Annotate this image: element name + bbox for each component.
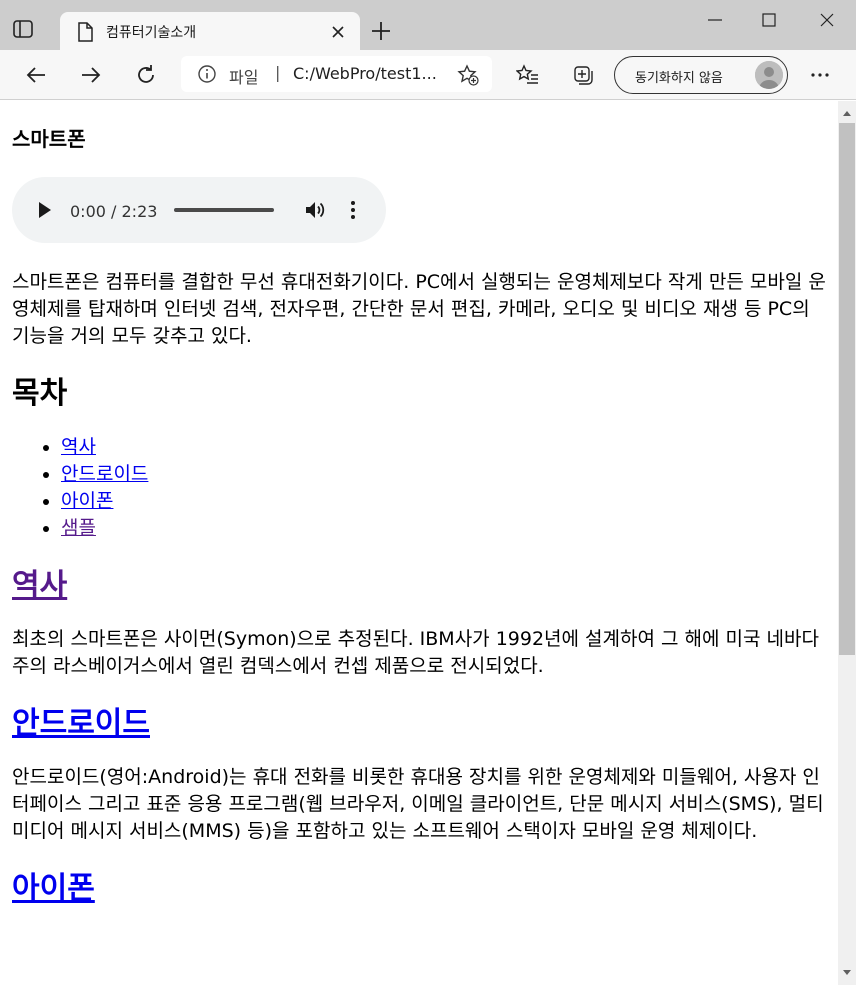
- section-android-link[interactable]: 안드로이드: [12, 706, 150, 741]
- page-content: 스마트폰 0:00 / 2:23 스마트폰은 컴퓨터를 결합한 무선 휴대전화기…: [0, 125, 838, 907]
- favorites-list-icon[interactable]: [516, 63, 540, 87]
- tab-title: 컴퓨터기술소개: [106, 25, 197, 41]
- heading-smartphone: 스마트폰: [12, 127, 86, 151]
- section-iphone-link[interactable]: 아이폰: [12, 871, 95, 906]
- toc-heading: 목차: [12, 376, 68, 411]
- section-android-text: 안드로이드(영어:Android)는 휴대 전화를 비롯한 휴대용 장치를 위한…: [12, 766, 824, 842]
- audio-progress-slider[interactable]: [174, 208, 274, 212]
- address-bar[interactable]: 파일 | C:/WebPro/test1...: [181, 56, 492, 92]
- plus-icon[interactable]: [370, 20, 392, 42]
- vertical-scrollbar[interactable]: [838, 101, 856, 985]
- arrow-right-icon[interactable]: [79, 63, 103, 87]
- section-history-text: 최초의 스마트폰은 사이먼(Symon)으로 추정된다. IBM사가 1992년…: [12, 628, 819, 677]
- scroll-up-icon[interactable]: [842, 109, 852, 117]
- more-horizontal-icon[interactable]: [808, 63, 832, 87]
- scroll-down-icon[interactable]: [842, 969, 852, 977]
- title-bar: 컴퓨터기술소개: [0, 0, 856, 52]
- address-url[interactable]: C:/WebPro/test1...: [293, 64, 443, 83]
- toc-list: 역사 안드로이드 아이폰 샘플: [12, 434, 826, 542]
- list-item: 역사: [61, 434, 826, 461]
- volume-icon[interactable]: [304, 199, 326, 221]
- audio-player[interactable]: 0:00 / 2:23: [12, 177, 386, 243]
- info-icon[interactable]: [197, 64, 217, 84]
- tab-active[interactable]: 컴퓨터기술소개: [60, 12, 360, 52]
- list-item: 샘플: [61, 515, 826, 542]
- section-history-heading: 역사: [12, 568, 826, 604]
- document-icon: [78, 22, 93, 42]
- sync-status-label: 동기화하지 않음: [635, 71, 723, 86]
- audio-options-icon[interactable]: [348, 199, 358, 221]
- avatar: [755, 61, 783, 89]
- section-history-link[interactable]: 역사: [12, 568, 67, 603]
- profile-sync-button[interactable]: 동기화하지 않음: [614, 56, 788, 94]
- toc-link-iphone[interactable]: 아이폰: [61, 490, 113, 512]
- browser-toolbar: 파일 | C:/WebPro/test1... 동기화하지 않음: [0, 50, 856, 100]
- toc-link-sample[interactable]: 샘플: [61, 517, 96, 539]
- list-item: 아이폰: [61, 488, 826, 515]
- tab-actions-icon[interactable]: [12, 18, 34, 40]
- list-item: 안드로이드: [61, 461, 826, 488]
- section-iphone-heading: 아이폰: [12, 871, 826, 907]
- address-scheme: 파일: [229, 68, 259, 87]
- address-separator: |: [275, 63, 281, 82]
- reload-icon[interactable]: [134, 63, 158, 87]
- collections-icon[interactable]: [571, 63, 595, 87]
- minimize-icon[interactable]: [703, 8, 727, 32]
- toc-link-android[interactable]: 안드로이드: [61, 463, 148, 485]
- scrollbar-thumb[interactable]: [839, 123, 855, 655]
- page-viewport: 스마트폰 0:00 / 2:23 스마트폰은 컴퓨터를 결합한 무선 휴대전화기…: [0, 101, 838, 985]
- play-icon[interactable]: [38, 201, 52, 219]
- arrow-left-icon[interactable]: [24, 63, 48, 87]
- audio-time: 0:00 / 2:23: [70, 202, 158, 221]
- close-icon[interactable]: [330, 24, 346, 40]
- window-close-icon[interactable]: [815, 8, 839, 32]
- section-android-heading: 안드로이드: [12, 706, 826, 742]
- intro-paragraph: 스마트폰은 컴퓨터를 결합한 무선 휴대전화기이다. PC에서 실행되는 운영체…: [12, 271, 826, 347]
- toc-link-history[interactable]: 역사: [61, 436, 96, 458]
- star-plus-icon[interactable]: [457, 64, 479, 86]
- maximize-icon[interactable]: [757, 8, 781, 32]
